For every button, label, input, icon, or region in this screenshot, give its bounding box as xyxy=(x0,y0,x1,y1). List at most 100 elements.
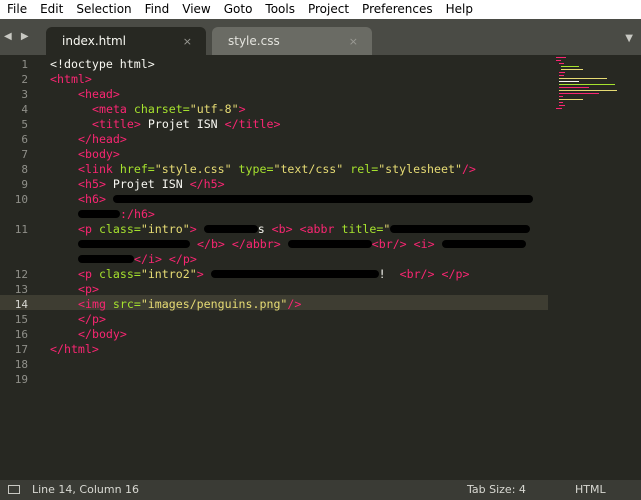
code-line-11-wrap-1: </b> </abbr> <br/> <i> xyxy=(78,237,526,252)
line-number: 3 xyxy=(21,88,28,101)
code-line-8: <link href="style.css" type="text/css" r… xyxy=(78,162,476,177)
class-value: "intro2" xyxy=(140,267,197,281)
head-open-tag: <head> xyxy=(78,87,120,101)
line-number: 1 xyxy=(21,58,28,71)
p-open-tag-end: > xyxy=(189,222,197,236)
line-number: 11 xyxy=(14,223,28,236)
minimap[interactable] xyxy=(552,55,630,115)
p-open-tag: <p xyxy=(78,267,99,281)
vertical-scrollbar[interactable] xyxy=(630,55,641,480)
line-number: 16 xyxy=(14,328,28,341)
code-line-5: <title> Projet ISN </title> xyxy=(92,117,280,132)
menu-selection[interactable]: Selection xyxy=(69,0,137,19)
cursor-position: Line 14, Column 16 xyxy=(32,483,140,496)
redaction-mark xyxy=(78,254,134,263)
tab-nav-arrows-icon[interactable]: ◀ ▶ xyxy=(4,31,32,42)
menu-help[interactable]: Help xyxy=(439,0,479,19)
redaction-mark xyxy=(112,194,533,203)
line-number: 13 xyxy=(14,283,28,296)
p-close-tag: </p> xyxy=(441,267,470,281)
code-line-15: </p> xyxy=(78,312,106,327)
img-tag-end: /> xyxy=(287,297,302,311)
line-number: 12 xyxy=(14,268,28,281)
html-open-tag: <html> xyxy=(50,72,92,86)
body-close-tag: </body> xyxy=(78,327,127,341)
abbr-open-tag: <abbr xyxy=(299,222,342,236)
href-attr: href= xyxy=(119,162,155,176)
i-close-tag: </i> xyxy=(134,252,162,266)
line-number: 4 xyxy=(21,103,28,116)
line-number: 15 xyxy=(14,313,28,326)
console-icon[interactable] xyxy=(8,485,20,494)
menu-file[interactable]: File xyxy=(0,0,33,19)
tabs-dropdown-icon[interactable]: ▼ xyxy=(625,33,633,44)
h6-open-tag: <h6> xyxy=(78,192,106,206)
code-line-4: <meta charset="utf-8"> xyxy=(92,102,246,117)
menu-bar: File Edit Selection Find View Goto Tools… xyxy=(0,0,641,19)
line-number: 10 xyxy=(14,193,28,206)
code-line-9: <h5> Projet ISN </h5> xyxy=(78,177,225,192)
title-open-tag: <title> xyxy=(92,117,141,131)
title-text: Projet ISN xyxy=(140,117,225,131)
i-open-tag: <i> xyxy=(413,237,435,251)
img-tag: <img xyxy=(78,297,113,311)
menu-find[interactable]: Find xyxy=(138,0,176,19)
syntax-selector[interactable]: HTML xyxy=(575,483,606,496)
code-line-11-wrap-2: </i> </p> xyxy=(78,252,197,267)
line-number-current: 14 xyxy=(14,298,28,311)
menu-project[interactable]: Project xyxy=(301,0,355,19)
line-number: 8 xyxy=(21,163,28,176)
redaction-mark xyxy=(78,209,120,218)
line-number: 5 xyxy=(21,118,28,131)
code-line-1: <!doctype html> xyxy=(50,57,155,72)
rel-value: "stylesheet" xyxy=(378,162,462,176)
code-line-7: <body> xyxy=(78,147,120,162)
redaction-mark xyxy=(390,224,531,233)
class-value: "intro" xyxy=(140,222,190,236)
redaction-mark xyxy=(78,239,190,248)
tab-strip: ◀ ▶ index.html × style.css × ▼ xyxy=(0,19,641,55)
code-text[interactable]: <!doctype html> <html> <head> <meta char… xyxy=(50,55,550,480)
meta-tag: <meta xyxy=(92,102,134,116)
code-line-11: <p class="intro"> s <b> <abbr title=" xyxy=(78,222,531,237)
tab-index-html[interactable]: index.html × xyxy=(46,27,206,55)
p-open-tag: <p> xyxy=(78,282,99,296)
p-open-tag: <p xyxy=(78,222,99,236)
close-icon[interactable]: × xyxy=(183,35,192,48)
code-line-16: </body> xyxy=(78,327,127,342)
line-number: 17 xyxy=(14,343,28,356)
text-fragment: s xyxy=(257,222,272,236)
h6-close-tag: :/h6> xyxy=(120,207,155,221)
h5-text: Projet ISN xyxy=(105,177,190,191)
href-value: "style.css" xyxy=(154,162,232,176)
link-tag-end: /> xyxy=(461,162,476,176)
menu-edit[interactable]: Edit xyxy=(33,0,69,19)
doctype: <!doctype html> xyxy=(50,57,155,71)
menu-preferences[interactable]: Preferences xyxy=(355,0,439,19)
meta-tag-end: > xyxy=(238,102,246,116)
code-line-10-wrap: :/h6> xyxy=(78,207,155,222)
redaction-mark xyxy=(203,224,258,233)
tab-size-selector[interactable]: Tab Size: 4 xyxy=(467,483,526,496)
class-attr: class= xyxy=(98,222,141,236)
title-value-quote: " xyxy=(383,222,391,236)
line-number: 6 xyxy=(21,133,28,146)
type-attr: type= xyxy=(231,162,274,176)
code-editor[interactable]: 1 2 3 4 5 6 7 8 9 10 11 12 13 14 15 16 1… xyxy=(0,55,641,480)
br-tag: <br/> xyxy=(371,237,407,251)
tab-style-css[interactable]: style.css × xyxy=(212,27,372,55)
body-open-tag: <body> xyxy=(78,147,120,161)
title-attr: title= xyxy=(341,222,384,236)
line-number: 19 xyxy=(14,373,28,386)
menu-view[interactable]: View xyxy=(175,0,216,19)
close-icon[interactable]: × xyxy=(349,35,358,48)
menu-goto[interactable]: Goto xyxy=(217,0,259,19)
redaction-mark xyxy=(210,269,379,278)
redaction-mark xyxy=(441,239,526,248)
p-open-tag-end: > xyxy=(196,267,204,281)
b-close-tag: </b> xyxy=(196,237,225,251)
title-close-tag: </title> xyxy=(224,117,281,131)
menu-tools[interactable]: Tools xyxy=(258,0,301,19)
abbr-close-tag: </abbr> xyxy=(231,237,281,251)
text-fragment: ! xyxy=(378,267,386,281)
